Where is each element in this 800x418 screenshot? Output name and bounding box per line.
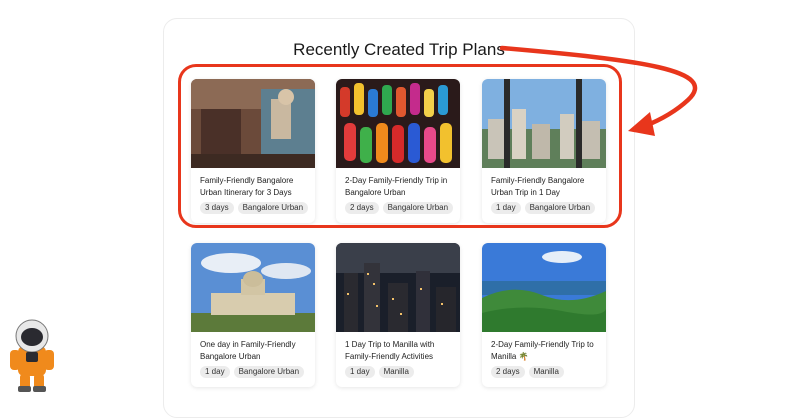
annotation-arrow-icon xyxy=(499,45,698,136)
astronaut-mascot-icon xyxy=(10,319,54,392)
